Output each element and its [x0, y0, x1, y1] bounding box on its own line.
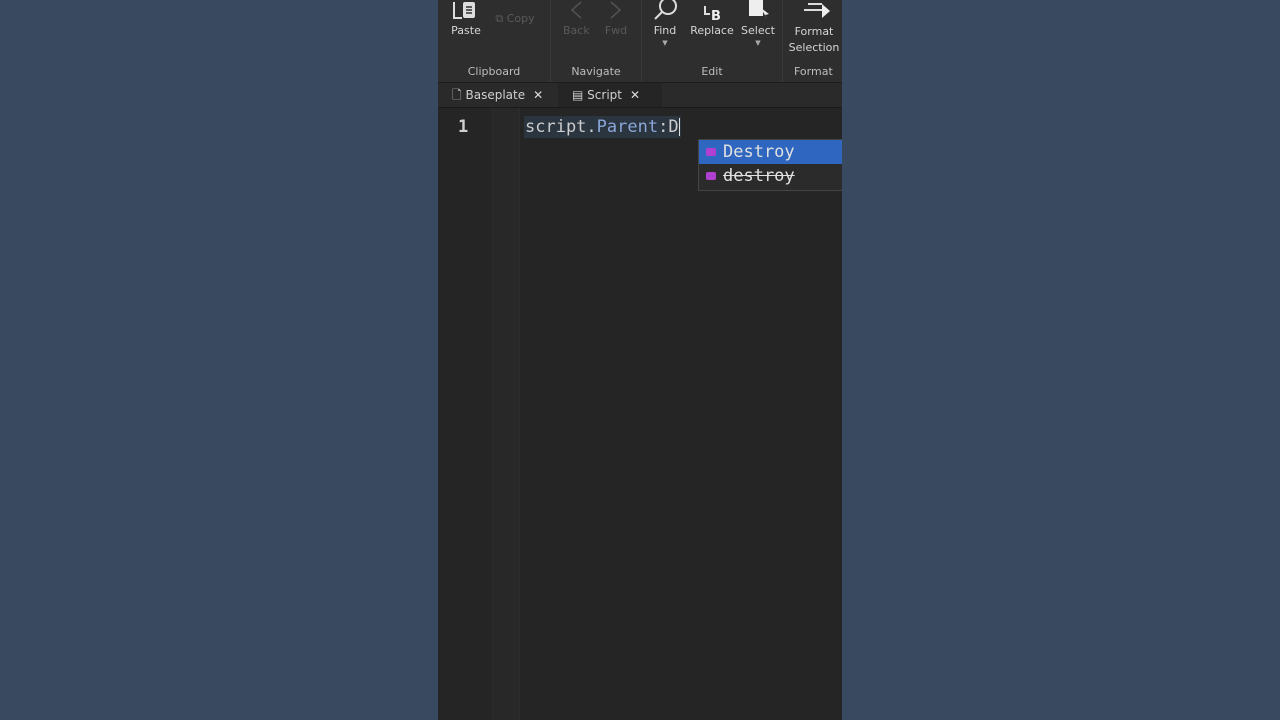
format-icon [804, 3, 830, 18]
autocomplete-item[interactable]: Destroy [699, 140, 842, 164]
chevron-right-icon [610, 1, 622, 19]
back-button[interactable]: Back [563, 0, 590, 37]
forward-button[interactable]: Fwd [603, 0, 629, 37]
autocomplete-popup: Destroy destroy [698, 139, 842, 191]
code-line[interactable]: script.Parent:D [524, 116, 681, 138]
copy-icon: ⧉ [495, 12, 504, 25]
ribbon-toolbar: Paste ⧉ Copy Clipboard Back Fwd Navigate… [438, 0, 842, 83]
chevron-left-icon [570, 1, 582, 19]
line-number: 1 [458, 117, 469, 137]
method-icon [706, 172, 716, 180]
script-editor-window: Paste ⧉ Copy Clipboard Back Fwd Navigate… [438, 0, 842, 720]
svg-text:B: B [711, 9, 721, 24]
close-icon[interactable]: ✕ [533, 88, 543, 102]
clipboard-group: Paste ⧉ Copy Clipboard [438, 0, 551, 82]
replace-icon: B [704, 6, 721, 24]
select-button[interactable]: Select ▼ [740, 0, 776, 47]
text-cursor [678, 118, 680, 136]
search-icon [654, 0, 677, 20]
line-gutter: 1 [438, 108, 520, 720]
document-tabs: 🗋 Baseplate ✕ ▤ Script ✕ [438, 83, 842, 108]
method-icon [706, 148, 716, 156]
autocomplete-item[interactable]: destroy [699, 164, 842, 188]
paste-icon [453, 2, 475, 19]
select-icon [749, 0, 769, 19]
edit-group: Find ▼ B Replace Select ▼ Edit [642, 0, 783, 82]
place-file-icon: 🗋 [452, 88, 462, 102]
tab-baseplate[interactable]: 🗋 Baseplate ✕ [438, 83, 556, 107]
replace-button[interactable]: B Replace [690, 0, 734, 37]
format-group: Format Selection Format [783, 0, 842, 82]
paste-button[interactable]: Paste [450, 0, 482, 37]
dropdown-caret-icon: ▼ [755, 39, 761, 47]
find-button[interactable]: Find ▼ [650, 0, 680, 47]
copy-button[interactable]: ⧉ Copy [490, 12, 540, 26]
tab-script[interactable]: ▤ Script ✕ [558, 83, 662, 107]
close-icon[interactable]: ✕ [630, 88, 640, 102]
script-icon: ▤ [572, 88, 584, 102]
format-selection-button[interactable]: Format Selection [787, 0, 842, 56]
navigate-group: Back Fwd Navigate [551, 0, 642, 82]
dropdown-caret-icon: ▼ [662, 39, 668, 47]
